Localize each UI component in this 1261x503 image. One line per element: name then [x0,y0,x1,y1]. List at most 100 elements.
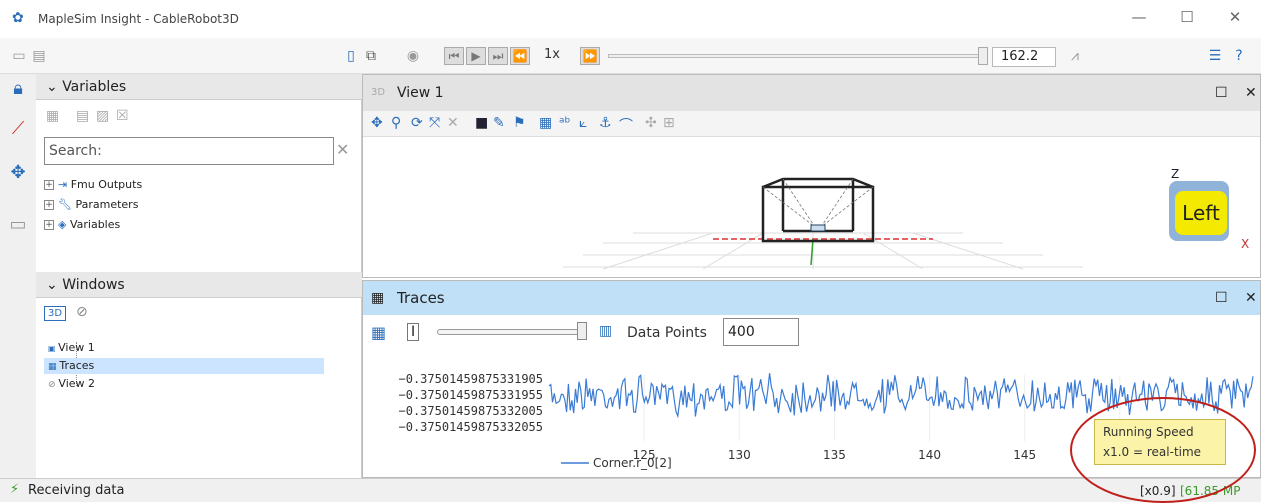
windows-header[interactable]: ⌄ Windows [36,272,362,298]
lock-icon[interactable]: 🔒︎ [8,78,28,100]
minimize-button[interactable]: — [1124,8,1154,26]
traces-icon: ▦ [371,290,385,306]
3d-scene[interactable] [363,139,1260,279]
play-button[interactable]: ▶ [466,47,486,65]
playback-speed[interactable]: 1x [544,47,560,62]
windows-title: Windows [62,277,125,293]
graph-icon[interactable]: ▨ [96,108,109,124]
timeline-slider[interactable] [608,54,984,58]
status-bar: ⚡︎ Receiving data [x0.9] [61.85 MP [0,478,1261,502]
window-item-traces[interactable]: ▦ Traces [44,358,324,374]
variables-header[interactable]: ⌄ Variables [36,74,362,100]
delete-icon[interactable]: ☒ [116,108,129,124]
data-points-label: Data Points [627,325,707,341]
open-icon[interactable]: ▭ [10,47,28,65]
x-axis-ticks: 125130135140145150 [633,448,1132,462]
maximize-button[interactable]: ☐ [1172,8,1202,26]
grid-toggle-icon[interactable]: ▦ [539,115,552,131]
dense-bars-icon[interactable]: ▥ [599,323,612,339]
x-tick-label: 140 [918,448,941,462]
grid-view-icon[interactable]: ▦ [371,323,386,342]
window-item-view2[interactable]: ⊘ View 2 [44,376,324,392]
move-icon[interactable]: ✥ [8,162,28,184]
maximize-panel-icon[interactable]: ☐ [1215,281,1228,315]
view1-header[interactable]: 3D View 1 ☐ ✕ [363,75,1260,111]
cube-icon[interactable]: ■ [475,115,488,131]
export-icon[interactable]: ▤ [76,108,89,124]
pan-icon[interactable]: ✥ [371,115,383,131]
3d-view-icon: ▣ [48,344,59,353]
y-tick-label: −0.37501459875331955 [399,388,544,402]
close-button[interactable]: ✕ [1220,8,1250,26]
x-tick-label: 145 [1013,448,1036,462]
highlight-annotation [1070,397,1256,503]
expand-icon[interactable]: + [44,220,54,230]
skip-start-button[interactable]: ⏮ [444,47,464,65]
tree-item-parameters[interactable]: + 🔧︎ Parameters [44,198,138,211]
3d-view-icon[interactable]: 3D [44,306,67,321]
skip-end-button[interactable]: ⏭ [488,47,508,65]
arc-icon[interactable]: ⌒ [619,115,633,135]
end-effector [810,224,826,232]
close-panel-icon[interactable]: ✕ [1245,75,1257,111]
lightning-icon: ⚡︎ [10,482,20,497]
plot-icon[interactable]: ⟋ [8,118,28,140]
variables-title: Variables [62,79,127,95]
record-icon[interactable]: ◉ [404,47,422,65]
save-icon[interactable]: ▤ [30,47,48,65]
density-slider[interactable] [437,329,583,335]
window-title: MapleSim Insight - CableRobot3D [38,12,239,26]
orientation-cube[interactable]: Left [1169,181,1229,241]
axes-icon[interactable]: ⟀ [579,115,587,131]
hide-icon[interactable]: ⊘ [76,304,88,320]
rewind-button[interactable]: ⏪ [510,47,530,65]
anchor-icon[interactable]: ⚓︎ [599,115,612,131]
clear-search-icon[interactable]: ✕ [336,140,349,159]
screen-icon[interactable]: ▭ [8,214,28,236]
diamond-icon: ◈ [58,218,70,231]
paint-icon[interactable]: ✎ [493,115,505,131]
time-value-field[interactable]: 162.2 [992,47,1056,67]
traces-header[interactable]: ▦ Traces ☐ ✕ [363,281,1260,315]
maximize-panel-icon[interactable]: ☐ [1215,75,1228,111]
window-item-view1[interactable]: ▣ View 1 [44,340,324,356]
grid-icon[interactable]: ▦ [46,108,59,124]
fast-forward-button[interactable]: ⏩ [580,47,600,65]
timeline-handle[interactable] [978,47,988,65]
settings-sliders-icon[interactable]: ☰ [1206,47,1224,65]
reset-icon[interactable]: ✕ [447,115,459,131]
chevron-down-icon: ⌄ [46,79,58,95]
app-icon: ✿ [12,10,24,26]
wrench-icon: 🔧︎ [58,198,76,211]
expand-icon[interactable]: + [44,200,54,210]
chart-icon[interactable]: ⩘ [1066,47,1084,65]
orientation-cube-face[interactable]: Left [1175,191,1227,235]
view1-toolbar: ✥ ⚲ ⟳ ⤧ ✕ ■ ✎ ⚑ ▦ ᵃᵇ ⟀ ⚓︎ ⌒ ✣ ⊞ [363,111,1260,137]
device-icon[interactable]: ▯ [342,47,360,65]
data-points-input[interactable]: 400 [723,318,799,346]
frame-icon[interactable]: ⊞ [663,115,675,131]
layout-icon[interactable]: ⧉ [362,47,380,65]
rotate-icon[interactable]: ⟳ [411,115,423,131]
pin-icon[interactable]: ⚑ [513,115,526,131]
density-slider-handle[interactable] [577,322,587,340]
measure-icon[interactable]: ✣ [645,115,657,131]
output-arrow-icon: ⇥ [58,178,71,191]
close-panel-icon[interactable]: ✕ [1245,281,1257,315]
x-tick-label: 135 [823,448,846,462]
tree-item-fmu-outputs[interactable]: + ⇥ Fmu Outputs [44,178,142,191]
x-tick-label: 130 [728,448,751,462]
single-bar-icon[interactable]: I [407,323,420,341]
chevron-down-icon: ⌄ [46,277,58,293]
zoom-icon[interactable]: ⚲ [391,115,401,131]
fit-icon[interactable]: ⤧ [429,115,440,131]
help-icon[interactable]: ? [1230,47,1248,65]
expand-icon[interactable]: + [44,180,54,190]
robot-frame [761,177,875,243]
view1-panel: 3D View 1 ☐ ✕ ✥ ⚲ ⟳ ⤧ ✕ ■ ✎ ⚑ ▦ ᵃᵇ ⟀ ⚓︎ … [362,74,1261,278]
tree-item-variables[interactable]: + ◈ Variables [44,218,120,231]
label-icon[interactable]: ᵃᵇ [559,115,570,131]
search-input[interactable]: Search: [44,137,334,165]
variables-panel: ⌄ Variables ▦ ▤ ▨ ☒ Search: ✕ + ⇥ Fmu Out… [36,74,362,272]
y-tick-label: −0.37501459875332005 [399,404,544,418]
